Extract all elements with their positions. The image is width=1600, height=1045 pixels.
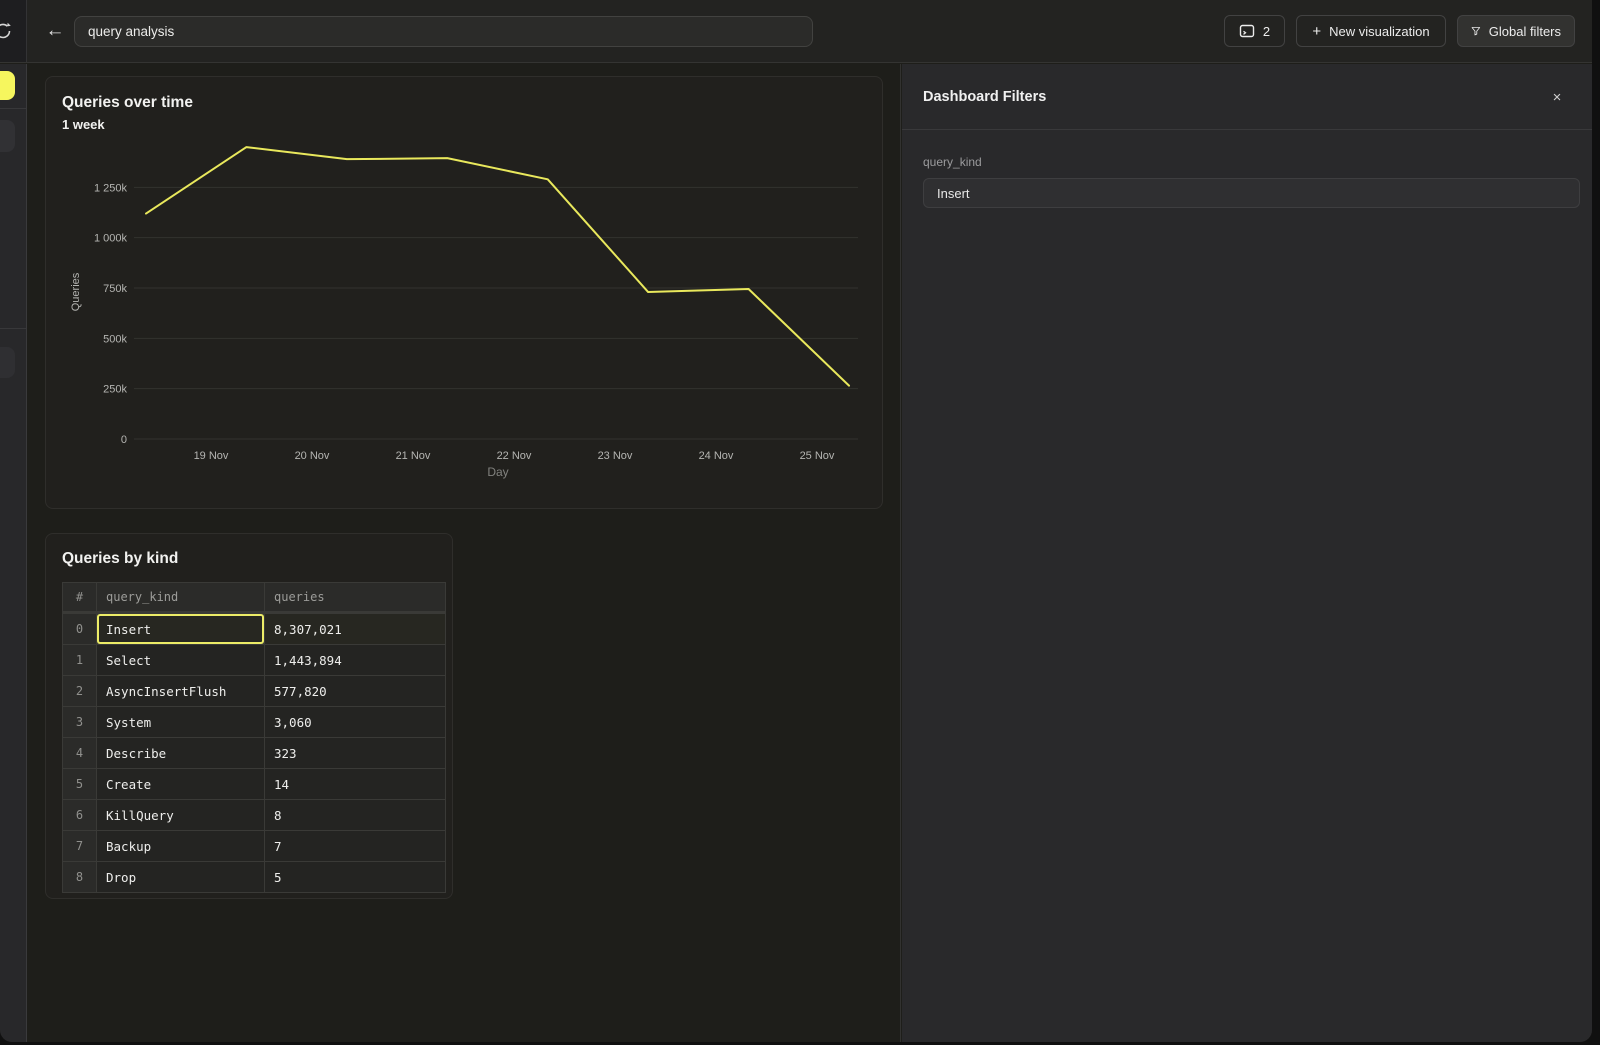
dashboard-filters-panel: Dashboard Filters × query_kind bbox=[902, 64, 1592, 1042]
close-icon[interactable]: × bbox=[1546, 86, 1568, 108]
table-header-index: # bbox=[63, 583, 96, 611]
dashboard-title-input[interactable] bbox=[74, 16, 813, 47]
x-axis-tick-label: 24 Nov bbox=[699, 450, 734, 462]
table-header-queries: queries bbox=[265, 583, 445, 611]
table-cell-r0-queries[interactable]: 8,307,021 bbox=[265, 614, 445, 644]
table-header-query_kind: query_kind bbox=[97, 583, 264, 611]
sidebar-item-active[interactable] bbox=[0, 71, 15, 100]
x-axis-tick-label: 25 Nov bbox=[800, 450, 835, 462]
filters-panel-header: Dashboard Filters × bbox=[902, 64, 1592, 130]
table-cell-r3-query_kind[interactable]: System bbox=[97, 707, 264, 737]
table-cell-r0-index: 0 bbox=[63, 614, 96, 644]
table-cell-r7-query_kind[interactable]: Backup bbox=[97, 831, 264, 861]
new-visualization-label: New visualization bbox=[1329, 24, 1429, 39]
sidebar-divider bbox=[0, 108, 27, 109]
table-cell-r1-query_kind[interactable]: Select bbox=[97, 645, 264, 675]
table-cell-r7-queries[interactable]: 7 bbox=[265, 831, 445, 861]
filters-panel-title: Dashboard Filters bbox=[923, 89, 1046, 105]
x-axis-tick-label: 21 Nov bbox=[396, 450, 431, 462]
table-title: Queries by kind bbox=[62, 550, 178, 568]
table-cell-r8-query_kind[interactable]: Drop bbox=[97, 862, 264, 892]
table-cell-r1-queries[interactable]: 1,443,894 bbox=[265, 645, 445, 675]
filters-panel-body: query_kind bbox=[902, 130, 1592, 208]
y-axis-tick-label: 1 000k bbox=[94, 233, 128, 245]
left-sidebar-rail bbox=[0, 64, 27, 1042]
funnel-icon bbox=[1471, 24, 1481, 38]
y-axis-tick-label: 500k bbox=[103, 333, 127, 345]
y-axis-tick-label: 1 250k bbox=[94, 182, 128, 194]
global-filters-label: Global filters bbox=[1489, 24, 1561, 39]
topbar-rail bbox=[0, 0, 27, 62]
app-window: ← 2 + New visualization Global filters bbox=[0, 0, 1592, 1042]
global-filters-button[interactable]: Global filters bbox=[1457, 15, 1575, 47]
table-cell-r8-queries[interactable]: 5 bbox=[265, 862, 445, 892]
table-cell-r5-index: 5 bbox=[63, 769, 96, 799]
x-axis-tick-label: 22 Nov bbox=[497, 450, 532, 462]
table-cell-r4-query_kind[interactable]: Describe bbox=[97, 738, 264, 768]
table-cell-r5-queries[interactable]: 14 bbox=[265, 769, 445, 799]
table-titles: Queries by kind bbox=[62, 550, 178, 568]
queries-over-time-card: Queries over time 1 week 0250k500k750k1 … bbox=[45, 76, 883, 509]
new-visualization-button[interactable]: + New visualization bbox=[1296, 15, 1446, 47]
x-axis-tick-label: 19 Nov bbox=[194, 450, 229, 462]
console-icon bbox=[1239, 23, 1255, 39]
x-axis-tick-label: 20 Nov bbox=[295, 450, 330, 462]
query-kind-filter-input[interactable] bbox=[923, 178, 1580, 208]
sidebar-item[interactable] bbox=[0, 347, 15, 378]
topbar: ← 2 + New visualization Global filters bbox=[0, 0, 1592, 63]
table-cell-r6-index: 6 bbox=[63, 800, 96, 830]
sidebar-item[interactable] bbox=[0, 120, 15, 152]
table-cell-r3-queries[interactable]: 3,060 bbox=[265, 707, 445, 737]
refresh-icon[interactable] bbox=[0, 21, 13, 41]
y-axis-title: Queries bbox=[70, 272, 82, 311]
sql-console-button[interactable]: 2 bbox=[1224, 15, 1285, 47]
table-cell-r2-queries[interactable]: 577,820 bbox=[265, 676, 445, 706]
back-button[interactable]: ← bbox=[40, 16, 70, 46]
x-axis-tick-label: 23 Nov bbox=[598, 450, 633, 462]
table-cell-r6-query_kind[interactable]: KillQuery bbox=[97, 800, 264, 830]
plus-icon: + bbox=[1312, 23, 1321, 40]
topbar-actions: 2 + New visualization Global filters bbox=[1224, 15, 1575, 47]
console-count: 2 bbox=[1263, 24, 1270, 39]
dashboard-canvas: Queries over time 1 week 0250k500k750k1 … bbox=[28, 64, 901, 1042]
table-cell-r8-index: 8 bbox=[63, 862, 96, 892]
queries-series-line bbox=[146, 147, 849, 386]
table-cell-r3-index: 3 bbox=[63, 707, 96, 737]
sidebar-divider bbox=[0, 328, 27, 329]
table-cell-r4-index: 4 bbox=[63, 738, 96, 768]
filter-field-label: query_kind bbox=[923, 155, 1571, 169]
queries-by-kind-table: #query_kindqueries 0Insert8,307,021 1Selec… bbox=[62, 582, 446, 893]
y-axis-tick-label: 250k bbox=[103, 384, 127, 396]
y-axis-tick-label: 0 bbox=[121, 434, 127, 446]
x-axis-title: Day bbox=[487, 465, 508, 479]
table-cell-r5-query_kind[interactable]: Create bbox=[97, 769, 264, 799]
table-cell-r0-query_kind[interactable]: Insert bbox=[97, 614, 264, 644]
queries-by-kind-card: Queries by kind #query_kindqueries 0Inser… bbox=[45, 533, 453, 899]
table-cell-r2-query_kind[interactable]: AsyncInsertFlush bbox=[97, 676, 264, 706]
table-cell-r7-index: 7 bbox=[63, 831, 96, 861]
table-cell-r2-index: 2 bbox=[63, 676, 96, 706]
table-cell-r4-queries[interactable]: 323 bbox=[265, 738, 445, 768]
queries-line-chart[interactable]: 0 250k 500k 750k 1 000k 1 250k 19 Nov 20 Nov 21 … bbox=[46, 77, 884, 510]
y-axis-tick-label: 750k bbox=[103, 283, 127, 295]
table-cell-r6-queries[interactable]: 8 bbox=[265, 800, 445, 830]
table-cell-r1-index: 1 bbox=[63, 645, 96, 675]
